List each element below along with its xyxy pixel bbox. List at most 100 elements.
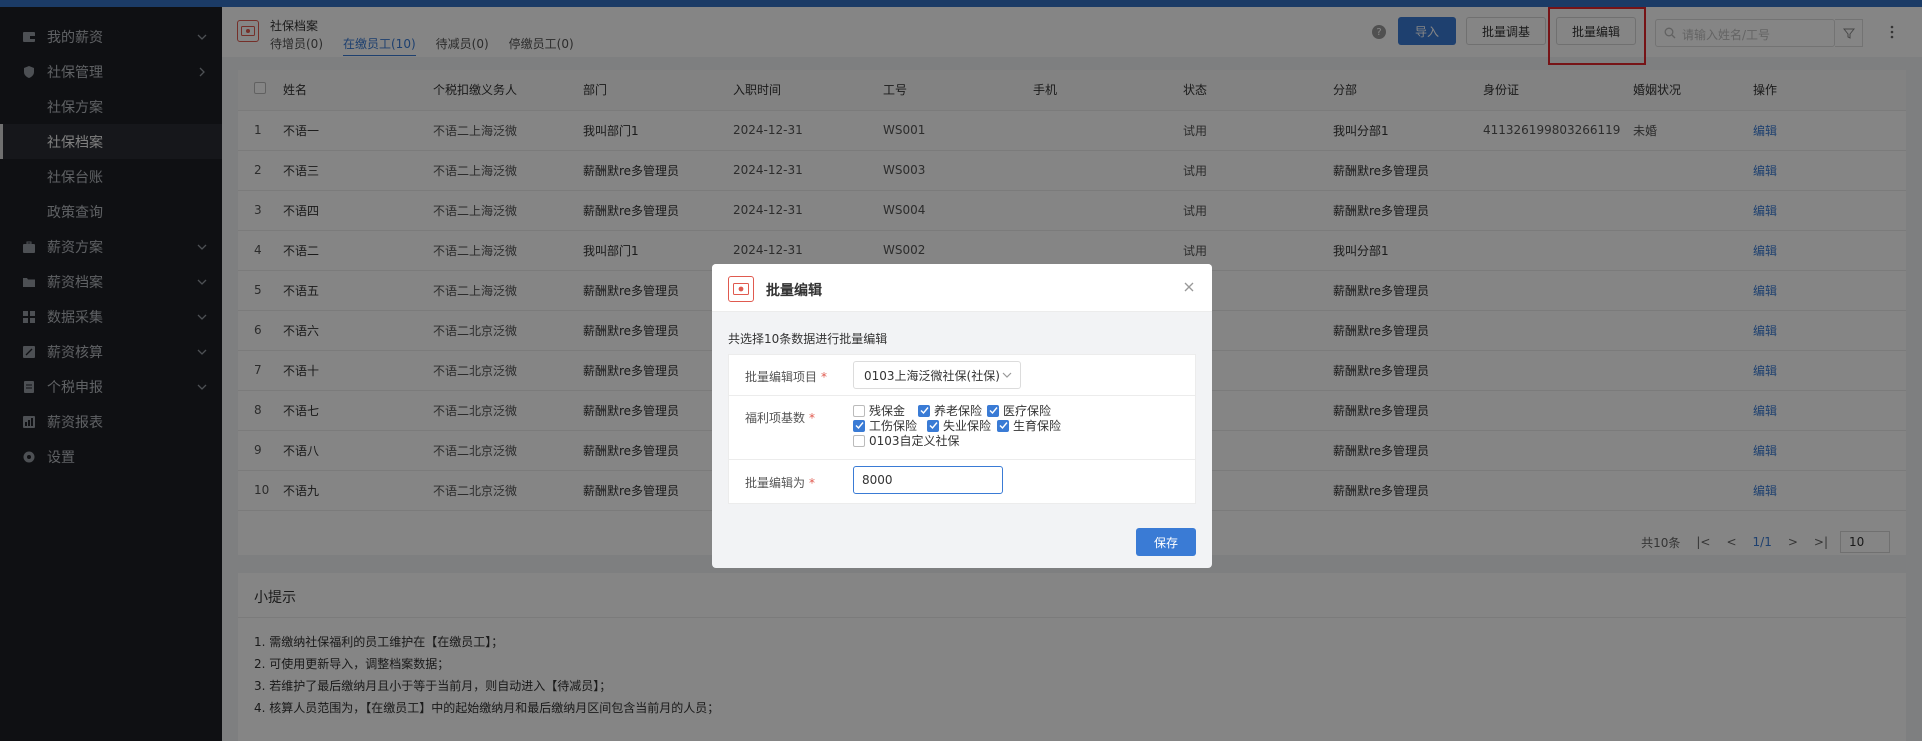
edit-item-select[interactable]: 0103上海泛微社保(社保) [853, 361, 1021, 389]
sidebar-item-ss-archive[interactable]: 社保档案 [0, 124, 222, 159]
tips-card: 小提示 1. 需缴纳社保福利的员工维护在【在缴员工】； 2. 可使用更新导入，调… [238, 573, 1906, 741]
tip-item: 4. 核算人员范围为，【在缴员工】中的起始缴纳月和最后缴纳月区间包含当前月的人员… [254, 701, 720, 715]
checkbox-checked-icon [918, 404, 930, 417]
more-icon[interactable] [1882, 21, 1902, 43]
cell-idcard [1483, 390, 1633, 431]
edit-link[interactable]: 编辑 [1753, 190, 1906, 231]
sidebar-item-data-collect[interactable]: 数据采集 [0, 299, 222, 334]
folder-icon [22, 275, 36, 289]
cell-dept: 薪酬默re多管理员 [583, 390, 733, 431]
tab-active-employees[interactable]: 在缴员工(10) [343, 35, 416, 56]
edit-link[interactable]: 编辑 [1753, 310, 1906, 351]
pagination: 共10条 |< < 1/1 > >| 10 [1625, 530, 1890, 554]
batch-edit-modal: 批量编辑 共选择10条数据进行批量编辑 批量编辑项目 * 0103上海泛微社保(社… [712, 264, 1212, 568]
cell-idcard [1483, 230, 1633, 271]
chevron-down-icon [197, 384, 207, 390]
calculator-icon [22, 345, 36, 359]
modal-title: 批量编辑 [766, 283, 822, 299]
import-button[interactable]: 导入 [1398, 17, 1456, 45]
form-row-item: 批量编辑项目 * 0103上海泛微社保(社保) [729, 355, 1195, 396]
cell-marital [1633, 270, 1753, 311]
tab-pending-remove[interactable]: 待减员(0) [436, 35, 489, 56]
checkbox-5[interactable]: 生育保险 [997, 417, 1061, 434]
cell-idcard: 411326199803266119 [1483, 110, 1633, 151]
sidebar-item-salary-archive[interactable]: 薪资档案 [0, 264, 222, 299]
page-header: 社保档案 待增员(0) 在缴员工(10) 待减员(0) 停缴员工(0) ? 导入… [222, 7, 1922, 65]
select-all-checkbox[interactable] [238, 70, 283, 111]
search-icon [1664, 27, 1676, 39]
cell-agent: 不语二上海泛微 [433, 150, 583, 191]
cell-name: 不语八 [283, 430, 433, 471]
cell-name: 不语四 [283, 190, 433, 231]
sidebar-item-salary-report[interactable]: 薪资报表 [0, 404, 222, 439]
form-row-value: 批量编辑为 * 8000 [729, 460, 1195, 504]
column-header: 入职时间 [733, 70, 883, 111]
sidebar-item-policy[interactable]: 政策查询 [0, 194, 222, 229]
cell-marital [1633, 430, 1753, 471]
column-header: 部门 [583, 70, 733, 111]
tab-pending-add[interactable]: 待增员(0) [270, 35, 323, 56]
cell-marital [1633, 470, 1753, 511]
edit-link[interactable]: 编辑 [1753, 150, 1906, 191]
edit-link[interactable]: 编辑 [1753, 230, 1906, 271]
filter-button[interactable] [1835, 19, 1863, 47]
filter-icon [1842, 28, 1855, 39]
cell-phone [1033, 110, 1183, 151]
archive-logo-icon [728, 276, 754, 302]
next-page-button[interactable]: > [1788, 535, 1798, 549]
sidebar-item-my-salary[interactable]: 我的薪资 [0, 19, 222, 54]
first-page-button[interactable]: |< [1696, 535, 1710, 549]
modal-header: 批量编辑 [712, 264, 1212, 312]
report-icon [22, 415, 36, 429]
save-button[interactable]: 保存 [1136, 528, 1196, 556]
edit-link[interactable]: 编辑 [1753, 270, 1906, 311]
search-input[interactable]: 请输入姓名/工号 [1655, 19, 1835, 47]
row-number: 4 [238, 230, 283, 271]
cell-branch: 薪酬默re多管理员 [1333, 350, 1483, 391]
cell-marital [1633, 350, 1753, 391]
column-header: 婚姻状况 [1633, 70, 1753, 111]
cell-name: 不语九 [283, 470, 433, 511]
sidebar-item-settings[interactable]: 设置 [0, 439, 222, 474]
cell-phone [1033, 150, 1183, 191]
sidebar-item-social-security[interactable]: 社保管理 [0, 54, 222, 89]
shield-icon [22, 65, 36, 79]
sidebar-item-label: 薪资核算 [47, 344, 103, 361]
help-icon[interactable]: ? [1372, 25, 1386, 39]
cell-branch: 薪酬默re多管理员 [1333, 310, 1483, 351]
cell-dept: 薪酬默re多管理员 [583, 310, 733, 351]
sidebar-item-ss-plan[interactable]: 社保方案 [0, 89, 222, 124]
sidebar-item-ss-ledger[interactable]: 社保台账 [0, 159, 222, 194]
form-label: 批量编辑项目 * [745, 368, 827, 385]
page-title: 社保档案 [270, 19, 319, 33]
search-placeholder: 请输入姓名/工号 [1682, 28, 1771, 42]
edit-link[interactable]: 编辑 [1753, 350, 1906, 391]
cell-agent: 不语二北京泛微 [433, 350, 583, 391]
edit-value-input[interactable]: 8000 [853, 466, 1003, 494]
required-mark: * [809, 411, 816, 425]
checkbox-6[interactable]: 0103自定义社保 [853, 432, 960, 449]
batch-adjust-button[interactable]: 批量调基 [1466, 17, 1546, 45]
sidebar-item-label: 社保台账 [47, 169, 103, 186]
sidebar-item-salary-plan[interactable]: 薪资方案 [0, 229, 222, 264]
edit-link[interactable]: 编辑 [1753, 470, 1906, 511]
page-size-value: 10 [1849, 535, 1865, 549]
row-number: 10 [238, 470, 283, 511]
prev-page-button[interactable]: < [1726, 535, 1736, 549]
cell-idcard [1483, 190, 1633, 231]
cell-agent: 不语二上海泛微 [433, 230, 583, 271]
column-header: 状态 [1183, 70, 1333, 111]
tab-stopped-employees[interactable]: 停缴员工(0) [509, 35, 574, 56]
edit-link[interactable]: 编辑 [1753, 110, 1906, 151]
cell-branch: 薪酬默re多管理员 [1333, 390, 1483, 431]
sidebar-item-label: 社保方案 [47, 99, 103, 116]
close-icon[interactable] [1182, 280, 1196, 294]
sidebar-item-tax[interactable]: 个税申报 [0, 369, 222, 404]
cell-branch: 薪酬默re多管理员 [1333, 190, 1483, 231]
sidebar-item-salary-calc[interactable]: 薪资核算 [0, 334, 222, 369]
page-size-select[interactable]: 10 [1840, 531, 1890, 553]
last-page-button[interactable]: >| [1814, 535, 1828, 549]
edit-link[interactable]: 编辑 [1753, 430, 1906, 471]
edit-link[interactable]: 编辑 [1753, 390, 1906, 431]
cell-branch: 薪酬默re多管理员 [1333, 270, 1483, 311]
